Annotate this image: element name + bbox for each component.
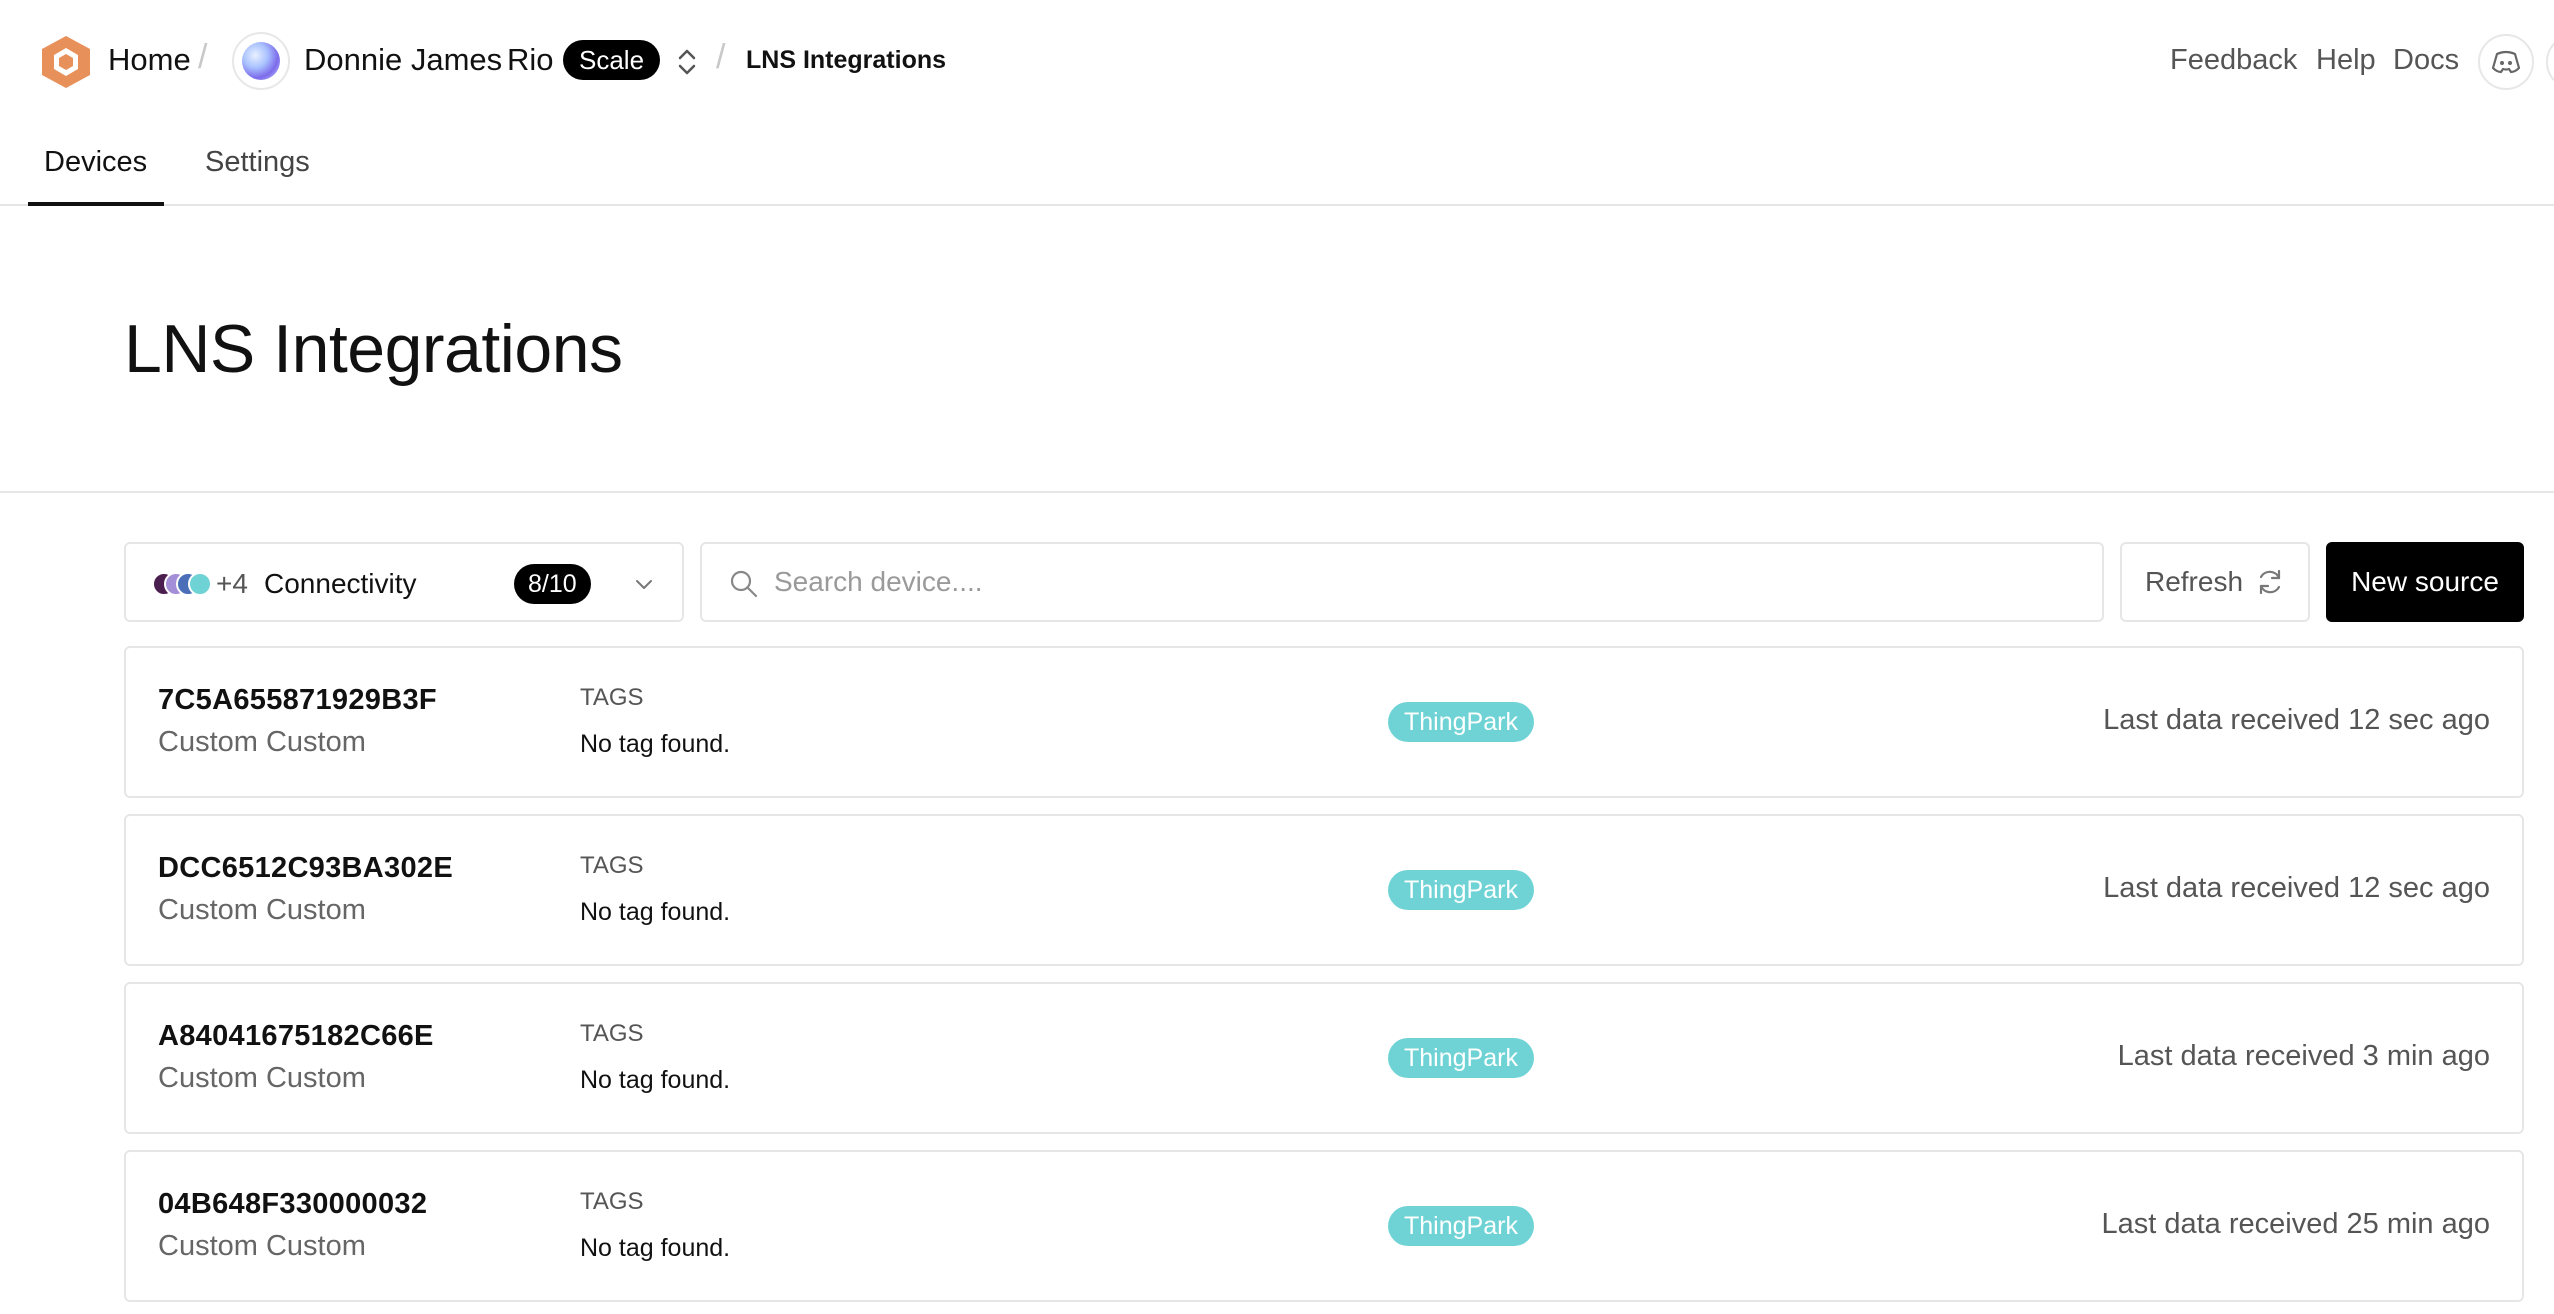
tags-value: No tag found. <box>580 1234 731 1262</box>
filter-label: Connectivity <box>264 568 417 599</box>
device-row[interactable]: 7C5A655871929B3F Custom Custom TAGS No t… <box>124 646 2524 798</box>
network-badge: ThingPark <box>1388 870 1534 910</box>
tags-label: TAGS <box>580 1020 644 1047</box>
breadcrumb-project-name[interactable]: Rio <box>507 42 554 78</box>
plan-badge: Scale <box>563 40 661 80</box>
device-id: 7C5A655871929B3F <box>158 684 437 716</box>
feedback-link[interactable]: Feedback <box>2170 44 2297 77</box>
active-tab-indicator <box>28 202 164 206</box>
filter-extra-count: +4 <box>216 568 248 599</box>
project-switcher-icon[interactable] <box>674 44 700 80</box>
device-id: A84041675182C66E <box>158 1020 434 1052</box>
tags-label: TAGS <box>580 1188 644 1215</box>
breadcrumb-org-name[interactable]: Donnie James <box>304 42 502 78</box>
breadcrumb-separator: / <box>716 38 726 76</box>
discord-button[interactable] <box>2478 34 2534 90</box>
network-badge: ThingPark <box>1388 1038 1534 1078</box>
network-dot <box>188 572 212 596</box>
tab-settings[interactable]: Settings <box>205 146 310 179</box>
tags-value: No tag found. <box>580 898 731 926</box>
connectivity-filter-dropdown[interactable]: +4 Connectivity 8/10 <box>124 542 684 622</box>
tags-value: No tag found. <box>580 730 731 758</box>
help-link[interactable]: Help <box>2316 44 2376 77</box>
network-badge: ThingPark <box>1388 702 1534 742</box>
app-logo-icon[interactable] <box>40 34 92 90</box>
device-row[interactable]: A84041675182C66E Custom Custom TAGS No t… <box>124 982 2524 1134</box>
top-bar: Home / Donnie James Rio Scale / LNS Inte… <box>0 0 2554 124</box>
device-model: Custom Custom <box>158 894 366 926</box>
device-model: Custom Custom <box>158 1230 366 1262</box>
tab-bar: Devices Settings <box>0 124 2554 206</box>
search-device-input[interactable] <box>774 558 2074 606</box>
last-data-received: Last data received 25 min ago <box>2101 1208 2490 1240</box>
tags-label: TAGS <box>580 852 644 879</box>
refresh-icon <box>2259 569 2281 595</box>
tags-label: TAGS <box>580 684 644 711</box>
device-id: DCC6512C93BA302E <box>158 852 453 884</box>
breadcrumb-current-page: LNS Integrations <box>746 46 947 74</box>
docs-link[interactable]: Docs <box>2393 44 2459 77</box>
breadcrumb-separator: / <box>198 38 208 76</box>
network-avatars <box>152 572 212 596</box>
refresh-label: Refresh <box>2144 566 2244 597</box>
last-data-received: Last data received 12 sec ago <box>2103 704 2490 736</box>
device-row[interactable]: 04B648F330000032 Custom Custom TAGS No t… <box>124 1150 2524 1302</box>
new-source-button[interactable]: New source <box>2326 542 2524 622</box>
device-model: Custom Custom <box>158 726 366 758</box>
tags-value: No tag found. <box>580 1066 731 1094</box>
last-data-received: Last data received 12 sec ago <box>2103 872 2490 904</box>
discord-icon <box>2491 50 2521 74</box>
tab-devices[interactable]: Devices <box>44 146 147 179</box>
org-avatar[interactable] <box>232 32 290 90</box>
filter-count-badge: 8/10 <box>514 564 591 604</box>
breadcrumb-home-link[interactable]: Home <box>108 42 191 78</box>
device-row[interactable]: DCC6512C93BA302E Custom Custom TAGS No t… <box>124 814 2524 966</box>
section-divider <box>0 491 2554 493</box>
network-badge: ThingPark <box>1388 1206 1534 1246</box>
device-id: 04B648F330000032 <box>158 1188 428 1220</box>
chevron-down-icon <box>636 580 652 589</box>
search-field <box>700 542 2104 622</box>
search-icon <box>730 570 758 598</box>
last-data-received: Last data received 3 min ago <box>2117 1040 2490 1072</box>
device-model: Custom Custom <box>158 1062 366 1094</box>
page-title: LNS Integrations <box>124 311 623 387</box>
user-menu-avatar[interactable] <box>2546 34 2554 90</box>
refresh-button[interactable]: Refresh <box>2120 542 2310 622</box>
